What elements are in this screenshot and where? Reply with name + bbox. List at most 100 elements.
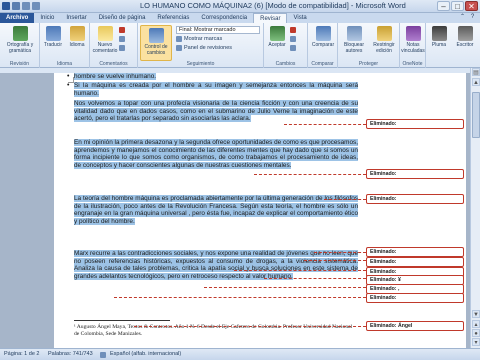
compare-icon bbox=[315, 26, 331, 41]
linked-notes-button[interactable]: Notas vinculadas bbox=[401, 26, 425, 54]
comment-leader bbox=[314, 252, 366, 253]
ruler-toggle-button[interactable]: ▤ bbox=[472, 68, 480, 76]
writer-icon bbox=[457, 26, 473, 41]
show-markup-icon bbox=[176, 36, 182, 42]
footnote-separator bbox=[74, 320, 170, 321]
compare-button[interactable]: Comparar bbox=[310, 26, 336, 48]
accept-button[interactable]: Aceptar bbox=[266, 26, 288, 48]
comment-icon bbox=[97, 26, 113, 41]
save-icon[interactable] bbox=[12, 2, 20, 10]
comment-leader bbox=[114, 297, 366, 298]
tab-insertar[interactable]: Insertar bbox=[60, 13, 92, 23]
deletion-balloon[interactable]: Eliminado: Ángel bbox=[366, 321, 464, 331]
next-icon bbox=[119, 45, 125, 51]
tab-revisar[interactable]: Revisar bbox=[253, 13, 288, 23]
deletion-balloon[interactable]: Eliminado: bbox=[366, 169, 464, 179]
show-markup-button[interactable]: Mostrar marcas bbox=[176, 36, 222, 42]
deletion-balloon[interactable]: Eliminado: bbox=[366, 119, 464, 129]
paragraph-1[interactable]: Nos volvemos a topar con una profecía vi… bbox=[74, 100, 358, 123]
scroll-up-arrow-icon[interactable]: ▲ bbox=[472, 78, 480, 86]
track-changes-icon bbox=[148, 28, 164, 43]
tab-referencias[interactable]: Referencias bbox=[151, 13, 195, 23]
pen-icon bbox=[431, 26, 447, 41]
group-revision: Ortografía y gramática Revisión bbox=[0, 23, 40, 68]
help-icon[interactable]: ? bbox=[469, 14, 476, 21]
scroll-down-arrow-icon[interactable]: ▼ bbox=[472, 310, 480, 318]
pen-button[interactable]: Pluma bbox=[428, 26, 450, 48]
previous-comment-button[interactable] bbox=[119, 36, 125, 42]
maximize-button[interactable]: □ bbox=[451, 1, 464, 11]
reject-button[interactable] bbox=[290, 27, 296, 33]
block-authors-icon bbox=[346, 26, 362, 41]
comment-leader bbox=[324, 199, 366, 200]
paragraph-3[interactable]: La teoría del hombre máquina es proclama… bbox=[74, 195, 358, 225]
group-label-onenote: OneNote bbox=[402, 61, 423, 67]
display-for-review-select[interactable]: Final: Mostrar marcado bbox=[176, 26, 260, 34]
spellcheck-icon bbox=[12, 26, 28, 41]
word-count[interactable]: Palabras: 741/743 bbox=[48, 351, 93, 357]
title-bar: LO HUMANO COMO MÁQUINA2 (6) [Modo de com… bbox=[0, 0, 480, 13]
next-change-button[interactable] bbox=[290, 45, 296, 51]
quick-access-toolbar bbox=[2, 2, 40, 10]
minimize-button[interactable]: – bbox=[437, 1, 450, 11]
paragraph-2[interactable]: En mi opinión la primera desazona y la s… bbox=[74, 139, 358, 169]
tab-vista[interactable]: Vista bbox=[287, 13, 312, 23]
group-label-proteger: Proteger bbox=[358, 61, 379, 67]
delete-comment-button[interactable] bbox=[119, 27, 125, 33]
group-label-revision: Revisión bbox=[9, 61, 30, 67]
reject-icon bbox=[290, 27, 296, 33]
tab-diseno-de-pagina[interactable]: Diseño de página bbox=[93, 13, 152, 23]
block-authors-button[interactable]: Bloquear autores bbox=[340, 26, 368, 54]
deletion-balloon[interactable]: Eliminado: bbox=[366, 257, 464, 267]
close-button[interactable]: ✕ bbox=[465, 1, 478, 11]
minimize-ribbon-icon[interactable]: ⌃ bbox=[459, 14, 466, 21]
comment-leader bbox=[134, 326, 366, 327]
previous-page-icon[interactable]: ▴ bbox=[472, 320, 480, 328]
globe-icon bbox=[69, 26, 85, 41]
undo-icon[interactable] bbox=[22, 2, 30, 10]
paragraph-4[interactable]: Marx recurre a las contradicciones socia… bbox=[74, 250, 358, 280]
redo-icon[interactable] bbox=[32, 2, 40, 10]
review-pane-button[interactable]: Panel de revisiones bbox=[176, 45, 232, 51]
word-app-icon[interactable] bbox=[2, 2, 10, 10]
word-window: LO HUMANO COMO MÁQUINA2 (6) [Modo de com… bbox=[0, 0, 480, 360]
page-count[interactable]: Página: 1 de 2 bbox=[4, 351, 39, 357]
vertical-scrollbar[interactable]: ▤ ▲ ▼ ▴ ● ▾ bbox=[470, 68, 480, 348]
group-label-idioma: Idioma bbox=[56, 61, 72, 67]
group-ink: Pluma Escritor bbox=[426, 23, 480, 68]
group-label-comparar: Comparar bbox=[311, 61, 334, 67]
bullet-marker: • bbox=[67, 73, 70, 80]
deletion-balloon[interactable]: Eliminado: bbox=[366, 247, 464, 257]
language-indicator[interactable]: Español (alfab. internacional) bbox=[110, 351, 181, 357]
ribbon-tab-bar: Archivo Inicio Insertar Diseño de página… bbox=[0, 13, 480, 23]
scrollbar-thumb[interactable] bbox=[472, 92, 480, 138]
onenote-icon bbox=[405, 26, 421, 41]
bullet-item[interactable]: hombre se vuelve inhumano. bbox=[74, 73, 358, 81]
tab-archivo[interactable]: Archivo bbox=[0, 13, 35, 23]
deletion-balloon[interactable]: Eliminado: bbox=[366, 194, 464, 204]
deletion-balloon[interactable]: Eliminado: bbox=[366, 293, 464, 303]
tab-inicio[interactable]: Inicio bbox=[34, 13, 60, 23]
proofing-icon[interactable] bbox=[100, 352, 106, 358]
spelling-grammar-button[interactable]: Ortografía y gramática bbox=[2, 26, 38, 54]
previous-icon bbox=[119, 36, 125, 42]
document-page: • hombre se vuelve inhumano. • Si la máq… bbox=[54, 73, 466, 348]
restrict-editing-button[interactable]: Restringir edición bbox=[370, 26, 398, 54]
next-page-icon[interactable]: ▾ bbox=[472, 338, 480, 346]
select-browse-object-icon[interactable]: ● bbox=[472, 329, 480, 337]
previous-change-button[interactable] bbox=[290, 36, 296, 42]
bullet-item[interactable]: Si la máquina es creada por el hombre a … bbox=[74, 82, 358, 97]
new-comment-button[interactable]: Nuevo comentario bbox=[92, 26, 118, 54]
group-idioma: Traducir Idioma Idioma bbox=[40, 23, 90, 68]
writer-button[interactable]: Escritor bbox=[452, 26, 478, 48]
language-button[interactable]: Idioma bbox=[66, 26, 88, 48]
track-changes-button[interactable]: Control de cambios bbox=[140, 25, 172, 61]
tab-correspondencia[interactable]: Correspondencia bbox=[195, 13, 253, 23]
group-label-comentarios: Comentarios bbox=[99, 61, 128, 67]
group-cambios: Aceptar Cambios bbox=[264, 23, 308, 68]
next-comment-button[interactable] bbox=[119, 45, 125, 51]
comment-leader bbox=[264, 278, 366, 279]
translate-button[interactable]: Traducir bbox=[42, 26, 64, 48]
comment-leader bbox=[254, 174, 366, 175]
accept-icon bbox=[269, 26, 285, 41]
